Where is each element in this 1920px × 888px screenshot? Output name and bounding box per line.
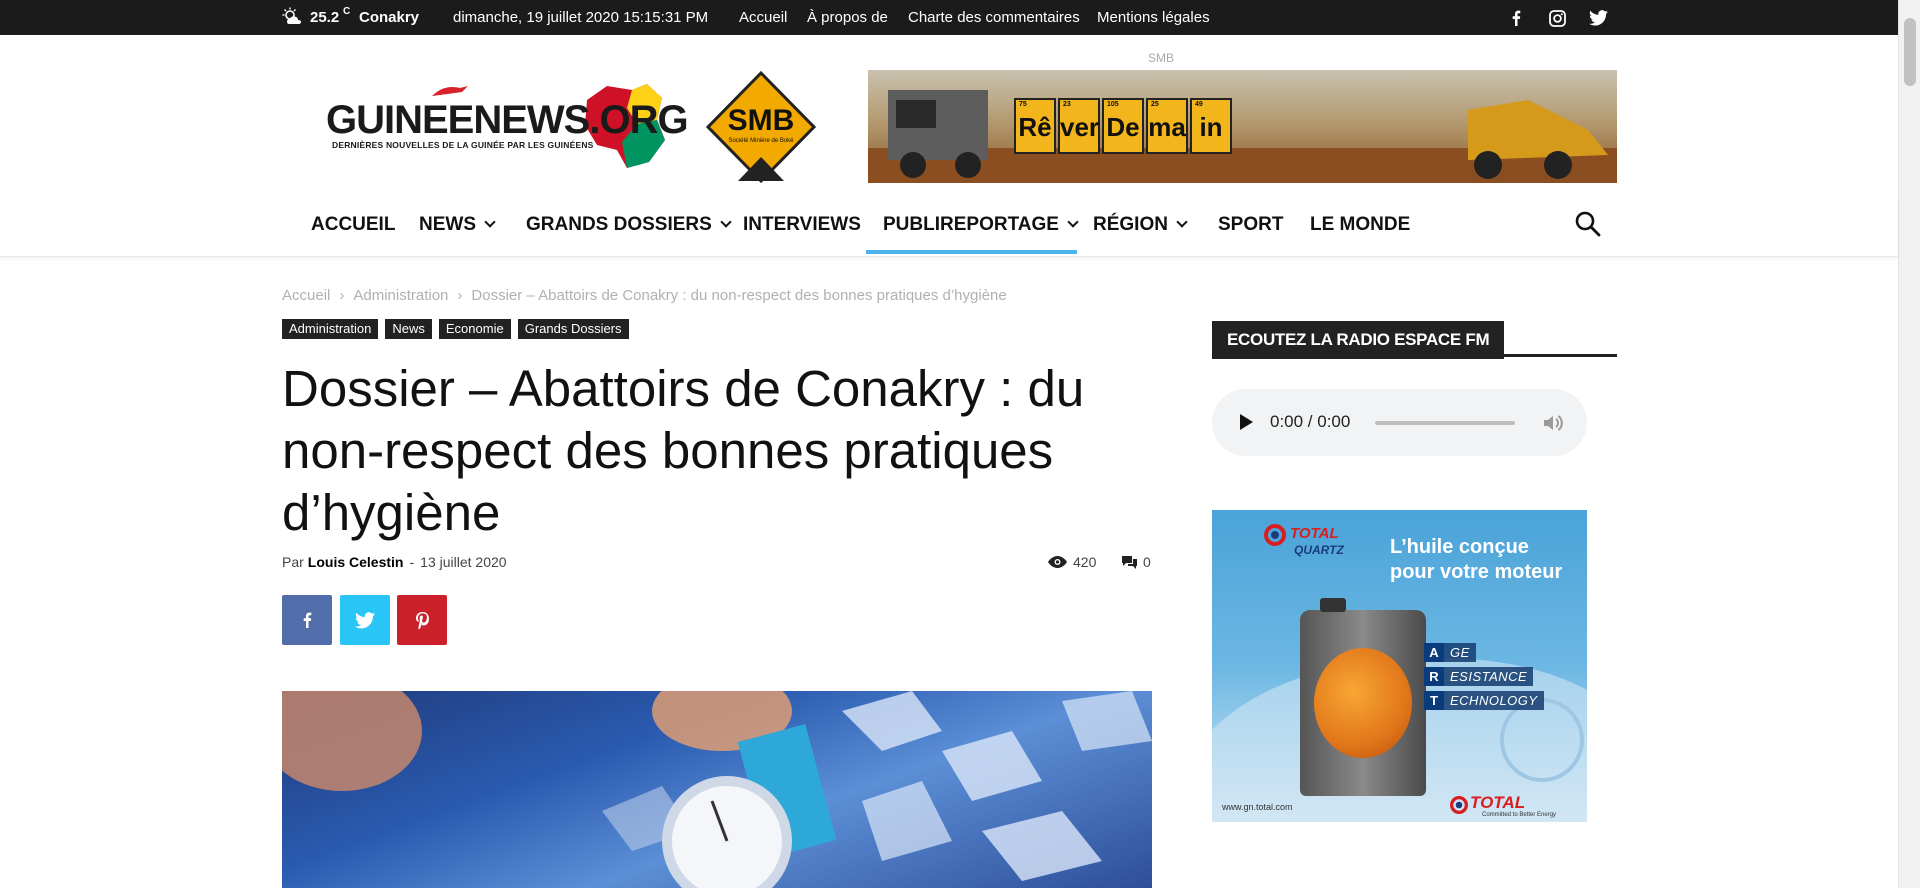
chevron-down-icon	[720, 216, 732, 228]
nav-item-publireportage[interactable]: PUBLIREPORTAGE	[883, 214, 1079, 236]
element-tile: 25 ma	[1146, 98, 1188, 154]
pinterest-icon	[415, 611, 429, 629]
top-nav-mentions[interactable]: Mentions légales	[1097, 9, 1210, 26]
banner-mining-scene	[868, 90, 1617, 183]
view-count: 420	[1048, 554, 1096, 570]
twitter-icon	[355, 611, 375, 628]
element-tiles: 75 Rê 23 ver 105 De 25 ma 49 in	[1014, 98, 1232, 154]
category-tag[interactable]: Administration	[282, 319, 379, 339]
smb-logo-subtitle: Société Minière de Boké	[728, 138, 794, 144]
chevron-down-icon	[1067, 216, 1079, 228]
article-meta: Par Louis Celestin -13 juillet 2020	[282, 554, 507, 570]
article-title: Dossier – Abattoirs de Conakry : du non-…	[282, 360, 1085, 541]
temperature-unit: C	[343, 6, 351, 17]
ad-tech-row: R ESISTANCE	[1424, 667, 1544, 686]
element-tile: 49 in	[1190, 98, 1232, 154]
total-logo-icon	[1264, 524, 1286, 546]
ad-tagline: L’huile conçue pour votre moteur	[1390, 536, 1563, 583]
nav-item-accueil[interactable]: ACCUEIL	[311, 214, 395, 236]
ad-logo: TOTAL	[1470, 793, 1526, 812]
nav-active-indicator	[866, 250, 1077, 254]
ad-label: SMB	[1148, 51, 1175, 65]
author-link[interactable]: Louis Celestin	[308, 554, 404, 570]
chevron-down-icon	[1176, 216, 1188, 228]
element-tile: 105 De	[1102, 98, 1144, 154]
banner-image: 75 Rê 23 ver 105 De 25 ma 49 in	[868, 70, 1617, 183]
city: Conakry	[359, 9, 420, 26]
facebook-icon	[303, 612, 312, 628]
article-hero-image	[282, 691, 1152, 888]
volume-icon[interactable]	[1542, 412, 1564, 434]
ad-url: www.gn.total.com	[1222, 802, 1293, 812]
chevron-down-icon	[484, 216, 496, 228]
date-time: dimanche, 19 juillet 2020 15:15:31 PM	[453, 9, 709, 26]
article-date: 13 juillet 2020	[420, 554, 507, 570]
twitter-icon[interactable]	[1588, 8, 1608, 28]
share-twitter-button[interactable]	[340, 595, 390, 645]
site-logo[interactable]: GUINEENEWS.ORG DERNIÈRES NOUVELLES DE LA…	[322, 80, 689, 170]
nav-item-interviews[interactable]: INTERVIEWS	[743, 214, 861, 236]
nav-item-region[interactable]: RÉGION	[1093, 214, 1188, 236]
hero-photo	[282, 691, 1152, 888]
category-tag[interactable]: Grands Dossiers	[517, 319, 629, 339]
main-navigation: ACCUEIL NEWS GRANDS DOSSIERS INTERVIEWS …	[0, 200, 1898, 257]
ad-tech-row: A GE	[1424, 643, 1544, 662]
nav-item-le-monde[interactable]: LE MONDE	[1310, 214, 1410, 236]
share-facebook-button[interactable]	[282, 595, 332, 645]
element-tile: 75 Rê	[1014, 98, 1056, 154]
ad-tech-row: T ECHNOLOGY	[1424, 691, 1544, 710]
breadcrumb-administration[interactable]: Administration	[353, 287, 448, 304]
facebook-icon[interactable]	[1506, 8, 1526, 28]
top-nav-charte[interactable]: Charte des commentaires	[908, 9, 1080, 26]
smb-logo-area: SMB Société Minière de Boké	[704, 70, 868, 183]
total-logo-icon	[1450, 796, 1468, 814]
nav-item-news[interactable]: NEWS	[419, 214, 496, 236]
comment-icon	[1122, 555, 1137, 569]
sidebar-ad-total-quartz[interactable]: TOTAL QUARTZ L’huile conçue pour votre m…	[1212, 510, 1587, 822]
by-label: Par	[282, 554, 304, 570]
instagram-icon[interactable]	[1547, 8, 1567, 28]
oil-can-image	[1300, 598, 1426, 796]
nav-item-grands-dossiers[interactable]: GRANDS DOSSIERS	[526, 214, 732, 236]
ad-brand-sub: QUARTZ	[1294, 543, 1344, 557]
search-icon[interactable]	[1574, 210, 1602, 238]
weather-icon	[282, 7, 301, 24]
header-banner-ad[interactable]: SMB Société Minière de Boké 75 Rê 23 ver 1…	[704, 70, 1617, 183]
oil-can-cap	[1320, 598, 1346, 612]
ad-tech-list: A GE R ESISTANCE T ECHNOLOGY	[1424, 643, 1544, 715]
element-tile: 23 ver	[1058, 98, 1100, 154]
breadcrumb-accueil[interactable]: Accueil	[282, 287, 330, 304]
category-tags: Administration News Economie Grands Doss…	[282, 319, 629, 339]
widget-title-text: ECOUTEZ LA RADIO ESPACE FM	[1212, 321, 1505, 359]
oil-can-label	[1314, 648, 1412, 758]
audio-player: 0:00 / 0:00	[1212, 389, 1587, 456]
category-tag[interactable]: Economie	[438, 319, 511, 339]
breadcrumb-current: Dossier – Abattoirs de Conakry : du non-…	[471, 287, 1007, 304]
scrollbar-thumb[interactable]	[1904, 18, 1916, 86]
temperature: 25.2	[310, 9, 340, 26]
widget-title: ECOUTEZ LA RADIO ESPACE FM	[1212, 321, 1617, 359]
top-nav-accueil[interactable]: Accueil	[739, 9, 787, 26]
category-tag[interactable]: News	[385, 319, 432, 339]
audio-seek-bar[interactable]	[1375, 421, 1515, 425]
ad-logo-sub: Committed to Better Energy	[1482, 812, 1557, 818]
smb-logo-text: SMB	[727, 104, 795, 137]
ad-brand: TOTAL	[1290, 525, 1339, 542]
nav-item-sport[interactable]: SPORT	[1218, 214, 1283, 236]
comment-count[interactable]: 0	[1122, 554, 1151, 570]
audio-time: 0:00 / 0:00	[1270, 412, 1351, 431]
breadcrumb: Accueil › Administration › Dossier – Abattoi…	[282, 287, 1007, 304]
page-scrollbar[interactable]	[1898, 0, 1920, 888]
top-nav-a-propos[interactable]: À propos de	[807, 9, 888, 26]
eye-icon	[1048, 556, 1067, 568]
top-bar: 25.2 C Conakry dimanche, 19 juillet 2020…	[0, 0, 1898, 35]
share-pinterest-button[interactable]	[397, 595, 447, 645]
play-icon[interactable]	[1240, 414, 1253, 430]
logo-text: GUINEENEWS.ORG	[326, 98, 689, 142]
logo-tagline: DERNIÈRES NOUVELLES DE LA GUINÉE PAR LES…	[332, 140, 594, 150]
